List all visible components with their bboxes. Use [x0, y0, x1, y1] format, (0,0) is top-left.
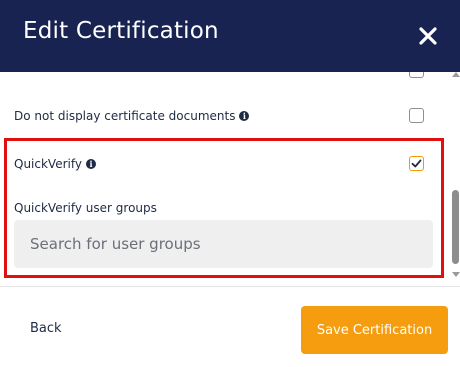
user-groups-label: QuickVerify user groups — [14, 201, 157, 215]
option-row-quickverify: QuickVerify i — [14, 157, 96, 171]
back-button[interactable]: Back — [30, 321, 62, 336]
close-button[interactable] — [412, 20, 444, 52]
footer-divider — [0, 286, 460, 287]
quickverify-checkbox[interactable] — [409, 156, 424, 171]
hide-documents-checkbox[interactable] — [409, 108, 424, 123]
user-groups-search-input[interactable] — [14, 220, 433, 268]
option-label: QuickVerify — [14, 157, 82, 171]
info-icon[interactable]: i — [85, 159, 96, 169]
close-icon — [419, 27, 437, 45]
scrollbar-thumb[interactable] — [452, 190, 459, 264]
scroll-up-arrow-icon[interactable] — [452, 72, 460, 77]
previous-option-checkbox[interactable] — [409, 72, 424, 78]
save-certification-button[interactable]: Save Certification — [301, 306, 448, 354]
scroll-down-arrow-icon[interactable] — [452, 272, 460, 277]
modal-title: Edit Certification — [23, 18, 219, 44]
scrollbar[interactable] — [451, 72, 460, 286]
info-icon[interactable]: i — [239, 111, 250, 121]
checkmark-icon — [411, 159, 422, 168]
option-row-hide-documents: Do not display certificate documents i — [14, 109, 250, 123]
option-label: Do not display certificate documents — [14, 109, 236, 123]
modal-header: Edit Certification — [0, 0, 460, 72]
